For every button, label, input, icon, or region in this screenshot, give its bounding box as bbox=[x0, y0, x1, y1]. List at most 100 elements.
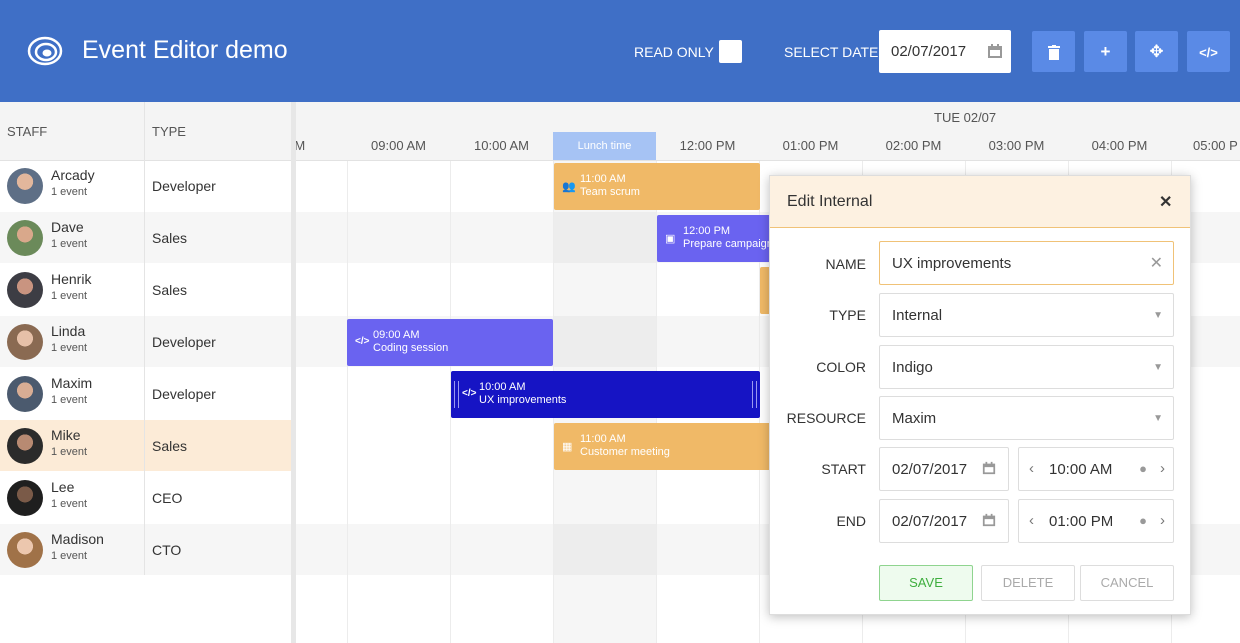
event-prepare-campaign[interactable]: ▣ 12:00 PM Prepare campaign bbox=[657, 215, 777, 262]
resource-select[interactable]: Maxim ▼ bbox=[879, 396, 1174, 440]
event-time: 10:00 AM bbox=[479, 381, 526, 393]
staff-event-count: 1 event bbox=[51, 550, 88, 562]
hour-label: 05:00 P bbox=[1193, 138, 1238, 153]
code-button[interactable]: </> bbox=[1187, 31, 1230, 72]
move-event-button[interactable]: ✥ bbox=[1135, 31, 1178, 72]
event-customer-meeting[interactable]: ▦ 11:00 AM Customer meeting bbox=[554, 423, 774, 470]
staff-type: Developer bbox=[152, 334, 216, 350]
event-time: 12:00 PM bbox=[683, 225, 731, 237]
read-only-checkbox[interactable] bbox=[719, 40, 742, 63]
resource-value: Maxim bbox=[892, 410, 937, 427]
chevron-right-icon[interactable]: › bbox=[1160, 512, 1165, 529]
save-button[interactable]: SAVE bbox=[879, 565, 973, 601]
popup-header: Edit Internal ✕ bbox=[770, 176, 1190, 228]
day-header: TUE 02/07 bbox=[296, 102, 1240, 133]
staff-type: CEO bbox=[152, 490, 183, 506]
name-field[interactable]: UX improvements ✕ bbox=[879, 241, 1174, 285]
staff-row-selected[interactable]: Mike 1 event Sales bbox=[0, 420, 291, 471]
staff-name: Henrik bbox=[51, 271, 92, 287]
avatar bbox=[7, 272, 43, 308]
staff-name: Arcady bbox=[51, 167, 95, 183]
code-icon: </> bbox=[355, 336, 370, 347]
event-title: Coding session bbox=[373, 342, 449, 354]
hour-label: 10:00 AM bbox=[474, 138, 529, 153]
event-title: Customer meeting bbox=[580, 446, 670, 458]
staff-event-count: 1 event bbox=[51, 394, 88, 406]
staff-row[interactable]: Madison 1 event CTO bbox=[0, 524, 291, 575]
clock-icon: ● bbox=[1139, 513, 1147, 528]
staff-row[interactable]: Henrik 1 event Sales bbox=[0, 264, 291, 315]
delete-button[interactable]: DELETE bbox=[981, 565, 1075, 601]
staff-row[interactable]: Arcady 1 event Developer bbox=[0, 160, 291, 211]
avatar bbox=[7, 168, 43, 204]
staff-event-count: 1 event bbox=[51, 498, 88, 510]
chevron-left-icon[interactable]: ‹ bbox=[1029, 460, 1034, 477]
app-logo-icon bbox=[27, 36, 63, 66]
day-label: TUE 02/07 bbox=[934, 110, 997, 125]
select-date-label: SELECT DATE bbox=[784, 44, 879, 60]
start-date-value: 02/07/2017 bbox=[892, 461, 968, 478]
hour-label: AM bbox=[296, 138, 306, 153]
staff-row[interactable]: Linda 1 event Developer bbox=[0, 316, 291, 367]
end-time-value: 01:00 PM bbox=[1049, 513, 1114, 530]
calendar-icon[interactable] bbox=[987, 43, 1003, 59]
staff-event-count: 1 event bbox=[51, 186, 88, 198]
hour-label: 03:00 PM bbox=[988, 138, 1045, 153]
event-coding-session[interactable]: </> 09:00 AM Coding session bbox=[347, 319, 553, 366]
name-label: NAME bbox=[825, 256, 866, 272]
staff-type: Sales bbox=[152, 230, 188, 246]
staff-name: Linda bbox=[51, 323, 86, 339]
calendar-icon: ▦ bbox=[562, 441, 573, 453]
staff-event-count: 1 event bbox=[51, 290, 88, 302]
avatar bbox=[7, 532, 43, 568]
add-event-button[interactable]: + bbox=[1084, 31, 1127, 72]
staff-type: Developer bbox=[152, 178, 216, 194]
edit-event-popup: Edit Internal ✕ NAME UX improvements ✕ T… bbox=[769, 175, 1191, 615]
avatar bbox=[7, 220, 43, 256]
staff-row[interactable]: Maxim 1 event Developer bbox=[0, 368, 291, 419]
clear-icon[interactable]: ✕ bbox=[1150, 253, 1163, 273]
delete-event-button[interactable] bbox=[1032, 31, 1075, 72]
type-select[interactable]: Internal ▼ bbox=[879, 293, 1174, 337]
staff-name: Lee bbox=[51, 479, 75, 495]
end-time-input[interactable]: ‹ 01:00 PM ● › bbox=[1018, 499, 1174, 543]
image-icon: ▣ bbox=[665, 233, 676, 245]
move-icon: ✥ bbox=[1149, 42, 1164, 61]
hour-gridline bbox=[347, 160, 348, 643]
plus-icon: + bbox=[1100, 42, 1111, 61]
staff-type: Sales bbox=[152, 282, 188, 298]
close-icon[interactable]: ✕ bbox=[1159, 192, 1172, 212]
avatar bbox=[7, 376, 43, 412]
event-time: 11:00 AM bbox=[580, 433, 626, 445]
cancel-button[interactable]: CANCEL bbox=[1080, 565, 1174, 601]
staff-type: Developer bbox=[152, 386, 216, 402]
staff-row[interactable]: Lee 1 event CEO bbox=[0, 472, 291, 523]
staff-event-count: 1 event bbox=[51, 446, 88, 458]
trash-icon bbox=[1047, 45, 1060, 61]
start-time-input[interactable]: ‹ 10:00 AM ● › bbox=[1018, 447, 1174, 491]
read-only-label: READ ONLY bbox=[634, 44, 714, 60]
event-ux-improvements[interactable]: </> 10:00 AM UX improvements bbox=[451, 371, 760, 418]
chevron-right-icon[interactable]: › bbox=[1160, 460, 1165, 477]
name-value: UX improvements bbox=[892, 255, 1012, 272]
calendar-icon[interactable] bbox=[982, 461, 996, 475]
event-title: UX improvements bbox=[479, 394, 567, 406]
chevron-left-icon[interactable]: ‹ bbox=[1029, 512, 1034, 529]
event-team-scrum[interactable]: 👥 11:00 AM Team scrum bbox=[554, 163, 760, 210]
hour-label: 01:00 PM bbox=[782, 138, 839, 153]
color-select[interactable]: Indigo ▼ bbox=[879, 345, 1174, 389]
staff-row[interactable]: Dave 1 event Sales bbox=[0, 212, 291, 263]
start-date-input[interactable]: 02/07/2017 bbox=[879, 447, 1009, 491]
staff-name: Mike bbox=[51, 427, 81, 443]
type-column-header: TYPE bbox=[152, 124, 186, 139]
hour-header-row: AM 09:00 AM 10:00 AM Lunch time 12:00 PM… bbox=[296, 132, 1240, 161]
select-date-input[interactable]: 02/07/2017 bbox=[879, 30, 1011, 73]
avatar bbox=[7, 324, 43, 360]
end-date-input[interactable]: 02/07/2017 bbox=[879, 499, 1009, 543]
resize-handle-right[interactable] bbox=[752, 381, 757, 408]
resize-handle-left[interactable] bbox=[454, 381, 459, 408]
users-icon: 👥 bbox=[562, 181, 576, 193]
hour-label: 12:00 PM bbox=[679, 138, 736, 153]
color-label: COLOR bbox=[816, 359, 866, 375]
calendar-icon[interactable] bbox=[982, 513, 996, 527]
